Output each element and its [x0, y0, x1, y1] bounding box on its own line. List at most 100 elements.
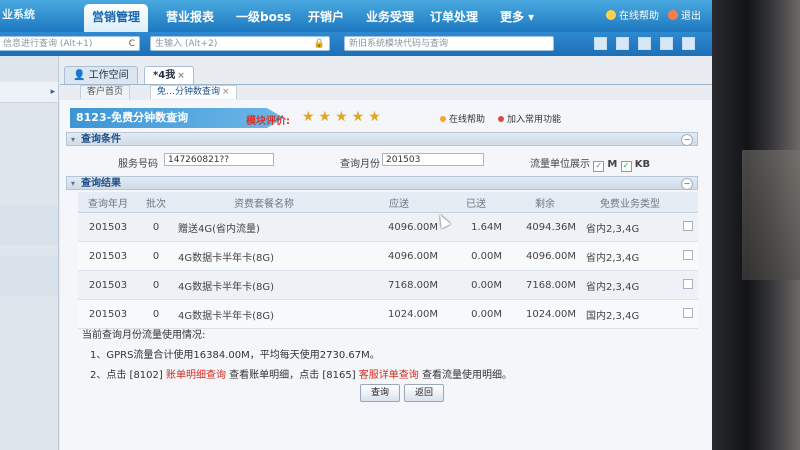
table-row[interactable]: 201503 0 4G数据卡半年卡(8G) 1024.00M 0.00M 102…	[78, 299, 698, 329]
column-header: 查询年月	[78, 192, 138, 213]
toolbar-icon-5[interactable]	[682, 37, 695, 50]
collapse-toggle-icon[interactable]: −	[681, 178, 693, 190]
nav-tab-orders[interactable]: 订单处理	[430, 8, 478, 25]
query-month-input[interactable]: 201503	[382, 153, 484, 166]
cell-granted: 1024.00M	[354, 299, 444, 329]
row-checkbox[interactable]	[683, 278, 693, 289]
row-checkbox[interactable]	[683, 307, 693, 318]
sub-tabs: 客户首页 免…分钟数查询 ×	[60, 84, 712, 99]
function-search-input[interactable]: 生输入 (Alt+2) 🔒	[150, 36, 330, 51]
chevron-right-icon: ▸	[50, 87, 56, 97]
cell-package: 4G数据卡半年卡(8G)	[174, 299, 354, 329]
tab-workspace[interactable]: 👤 工作空间	[64, 66, 138, 84]
cell-used: 0.00M	[444, 270, 508, 300]
table-row[interactable]: 201503 0 4G数据卡半年卡(8G) 4096.00M 0.00M 409…	[78, 241, 698, 271]
collapse-arrow-icon: ▾	[71, 179, 76, 188]
cell-granted: 4096.00M	[354, 241, 444, 271]
cell-used: 0.00M	[444, 299, 508, 329]
cell-batch: 0	[138, 299, 174, 329]
query-button[interactable]: 查询	[360, 384, 401, 402]
cell-granted: 4096.00M	[354, 212, 444, 242]
row-checkbox[interactable]	[683, 220, 693, 231]
bill-detail-link[interactable]: 账单明细查询	[166, 370, 226, 381]
cell-granted: 7168.00M	[354, 270, 444, 300]
cell-package: 4G数据卡半年卡(8G)	[174, 241, 354, 271]
sidebar-block	[0, 256, 58, 296]
cell-package: 4G数据卡半年卡(8G)	[174, 270, 354, 300]
workspace-tabs: 👤 工作空间 *4我 ×	[60, 64, 712, 85]
service-number-input[interactable]: 147260821??	[164, 153, 274, 166]
left-sidebar: ▸	[0, 56, 59, 450]
cell-package: 赠送4G(省内流量)	[174, 212, 354, 242]
unit-m-checkbox[interactable]: ✓	[593, 161, 605, 172]
cell-type: 省内2,3,4G	[582, 241, 678, 271]
back-button[interactable]: 返回	[404, 384, 445, 402]
cell-used: 0.00M	[444, 241, 508, 271]
help-dot-icon	[440, 116, 446, 122]
toolbar-icon-3[interactable]	[638, 37, 651, 50]
cell-month: 201503	[78, 241, 138, 271]
table-row[interactable]: 201503 0 赠送4G(省内流量) 4096.00M 1.64M 4094.…	[78, 212, 698, 242]
rating-label: 模块评价:	[246, 116, 290, 127]
collapse-toggle-icon[interactable]: −	[681, 134, 693, 146]
sidebar-block	[0, 206, 58, 246]
nav-tab-boss[interactable]: 一级boss	[236, 8, 291, 25]
column-header	[678, 192, 698, 213]
close-icon[interactable]: ×	[177, 71, 185, 81]
cell-batch: 0	[138, 212, 174, 242]
cell-type: 省内2,3,4G	[582, 212, 678, 242]
cell-type: 国内2,3,4G	[582, 299, 678, 329]
add-favorite-link[interactable]: 加入常用功能	[498, 112, 561, 125]
column-header: 批次	[138, 192, 174, 213]
usage-summary-line1: 1、GPRS流量合计使用16384.00M，平均每天使用2730.67M。	[90, 350, 380, 361]
help-link[interactable]: 在线帮助	[606, 7, 659, 22]
background-object	[742, 150, 800, 280]
table-row[interactable]: 201503 0 4G数据卡半年卡(8G) 7168.00M 0.00M 716…	[78, 270, 698, 300]
customer-search-input[interactable]: 信息进行查询 (Alt+1) C	[0, 36, 140, 51]
module-code-search-input[interactable]: 新旧系统模块代码与查询	[344, 36, 554, 51]
nav-tab-more[interactable]: 更多 ▾	[500, 8, 534, 25]
cell-batch: 0	[138, 270, 174, 300]
cell-remaining: 1024.00M	[508, 299, 582, 329]
toolbar-icon-2[interactable]	[616, 37, 629, 50]
service-detail-link[interactable]: 客服详单查询	[359, 370, 419, 381]
cell-used: 1.64M	[444, 212, 508, 242]
results-table: 查询年月 批次 资费套餐名称 应送 已送 剩余 免费业务类型 201503 0 …	[78, 192, 698, 329]
subtab-free-minutes[interactable]: 免…分钟数查询 ×	[150, 85, 237, 99]
service-number-label: 服务号码	[118, 159, 158, 170]
unit-kb-checkbox[interactable]: ✓	[620, 161, 632, 172]
toolbar-icon-4[interactable]	[660, 37, 673, 50]
cell-type: 省内2,3,4G	[582, 270, 678, 300]
unit-display-label: 流量单位展示 ✓ M ✓ KB	[530, 159, 651, 172]
refresh-icon[interactable]: C	[129, 37, 135, 52]
rating-stars[interactable]: ★★★★★	[302, 109, 385, 125]
row-checkbox[interactable]	[683, 249, 693, 260]
subtab-customer-home[interactable]: 客户首页	[80, 85, 131, 99]
column-header: 免费业务类型	[582, 192, 678, 213]
cell-batch: 0	[138, 241, 174, 271]
logout-link[interactable]: 退出	[668, 7, 701, 22]
cell-month: 201503	[78, 212, 138, 242]
collapse-arrow-icon: ▾	[71, 135, 76, 144]
nav-tab-reports[interactable]: 营业报表	[166, 8, 214, 25]
usage-summary-line2: 2、点击 [8102] 账单明细查询 查看账单明细，点击 [8165] 客服详单…	[90, 370, 512, 381]
column-header: 资费套餐名称	[174, 192, 354, 213]
cell-remaining: 4096.00M	[508, 241, 582, 271]
column-header: 剩余	[508, 192, 582, 213]
top-nav: 业系统 営销管理 营业报表 一级boss 开销户 业务受理 订单处理 更多 ▾ …	[0, 0, 712, 36]
query-panel: 8123-免费分钟数查询 模块评价: ★★★★★ 在线帮助 加入常用功能 ▾ 查…	[60, 100, 712, 450]
cell-remaining: 4094.36M	[508, 212, 582, 242]
tab-current[interactable]: *4我 ×	[144, 66, 194, 84]
online-help-link[interactable]: 在线帮助	[440, 112, 485, 125]
search-bar: 信息进行查询 (Alt+1) C 生输入 (Alt+2) 🔒 新旧系统模块代码与…	[0, 32, 712, 56]
close-icon[interactable]: ×	[222, 87, 230, 97]
add-dot-icon	[498, 116, 504, 122]
cell-month: 201503	[78, 299, 138, 329]
lock-icon: 🔒	[313, 39, 325, 49]
nav-tab-business[interactable]: 业务受理	[366, 8, 414, 25]
nav-tab-accounts[interactable]: 开销户	[308, 8, 344, 25]
user-icon: 👤	[73, 70, 86, 81]
sidebar-expand[interactable]: ▸	[0, 82, 58, 103]
toolbar-icon-1[interactable]	[594, 37, 607, 50]
app-logo: 业系统	[2, 8, 35, 21]
